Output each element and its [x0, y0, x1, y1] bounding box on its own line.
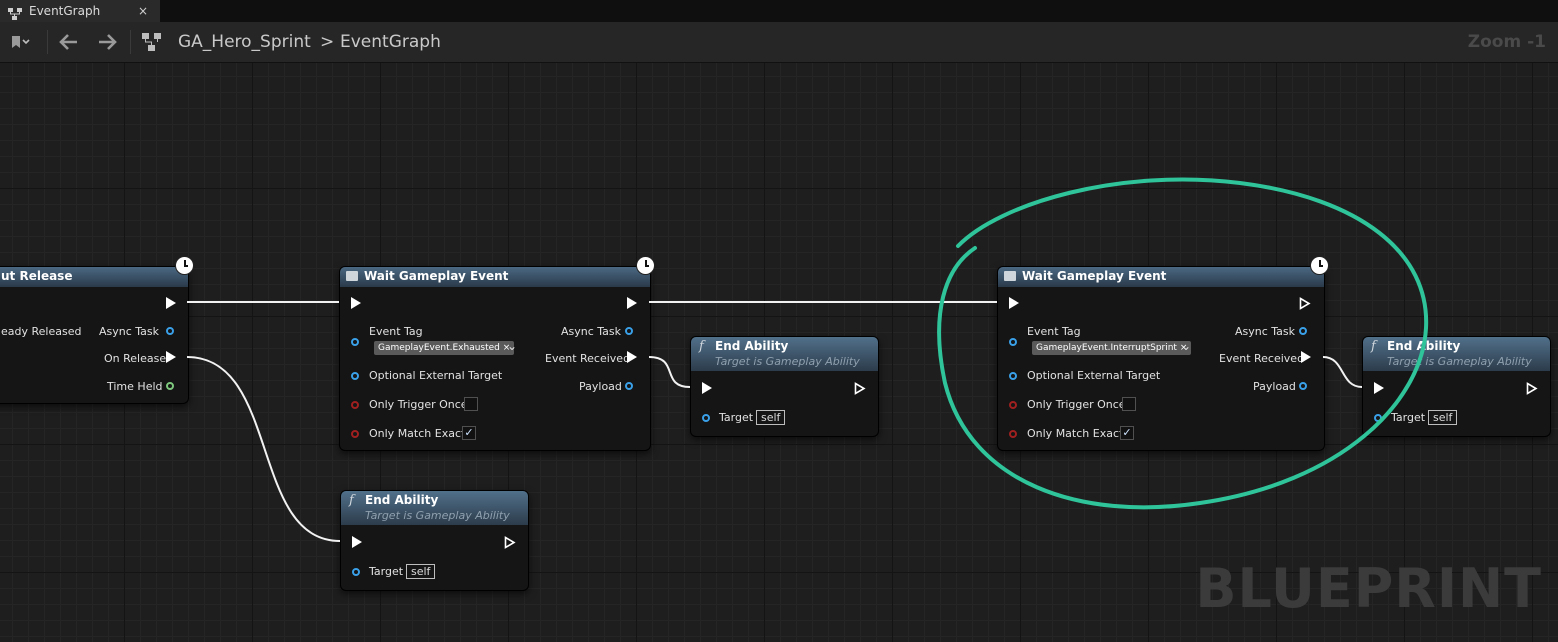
- wire-layer: [186, 301, 1363, 542]
- breadcrumb-separator: >: [320, 32, 335, 52]
- breadcrumb-graph[interactable]: EventGraph: [340, 22, 441, 62]
- toolbar-separator: [130, 30, 131, 54]
- exec-wire: [648, 356, 691, 388]
- close-icon[interactable]: ×: [138, 0, 148, 22]
- graph-toolbar: GA_Hero_Sprint > EventGraph Zoom -1: [0, 22, 1558, 63]
- tab-label: EventGraph: [29, 4, 101, 18]
- tab-bar: EventGraph ×: [0, 0, 1558, 22]
- toolbar-separator: [47, 30, 48, 54]
- zoom-level: Zoom -1: [1467, 32, 1546, 52]
- exec-wire: [186, 356, 341, 542]
- breadcrumb-blueprint[interactable]: GA_Hero_Sprint: [178, 22, 311, 62]
- tab-eventgraph[interactable]: EventGraph ×: [0, 0, 160, 22]
- exec-wire: [1322, 356, 1363, 388]
